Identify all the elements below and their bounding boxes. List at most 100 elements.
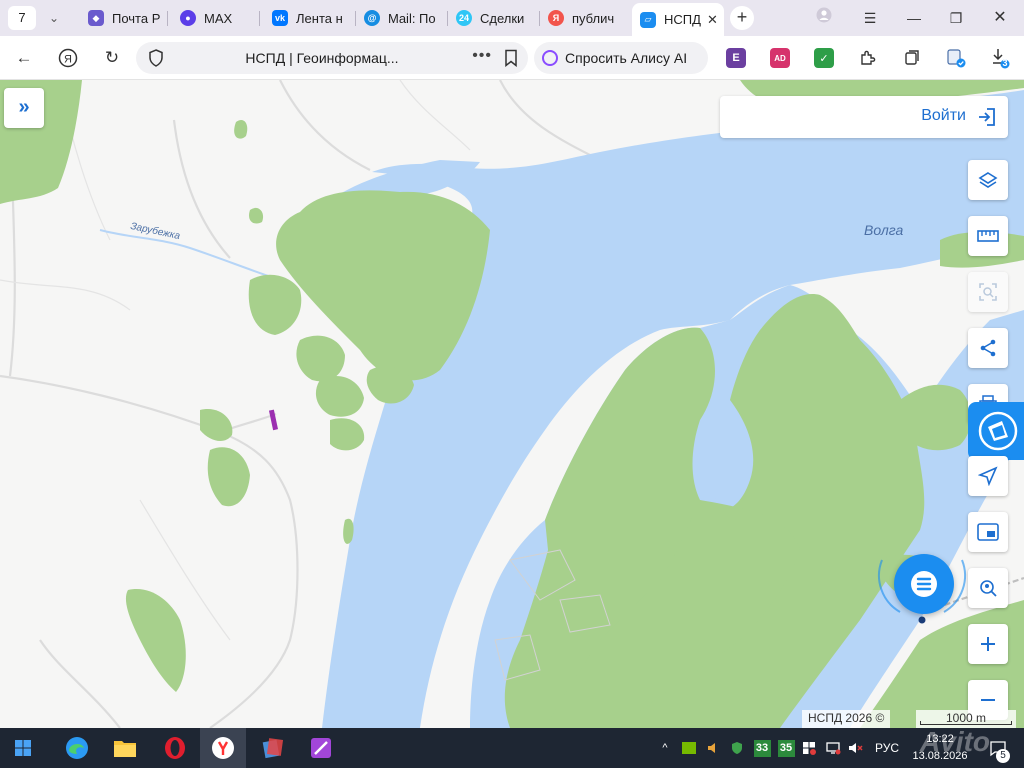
tab-public[interactable]: Я публич <box>540 4 628 32</box>
tab-vk-feed[interactable]: vk Лента н <box>264 4 350 32</box>
zoom-in-icon <box>981 637 995 651</box>
ad-extension-icon[interactable]: AD <box>770 48 790 68</box>
downloads-icon[interactable]: 3 <box>990 48 1010 69</box>
input-language-indicator[interactable]: РУС <box>870 728 904 768</box>
file-explorer-icon[interactable] <box>102 728 148 768</box>
restore-icon[interactable]: ❐ <box>944 6 968 30</box>
browser-tab-strip: 7 ⌄ ◆ Почта Р ● MAX vk Лента н @ Mail: П… <box>0 0 1024 36</box>
new-tab-button[interactable]: + <box>730 6 754 30</box>
nspd-logo-button[interactable] <box>968 402 1024 460</box>
reload-icon[interactable]: ↻ <box>98 44 126 72</box>
browser-menu-icon[interactable]: ☰ <box>858 6 882 30</box>
translate-page-icon[interactable] <box>946 48 966 68</box>
share-button[interactable] <box>968 328 1008 368</box>
yandex-browser-icon[interactable] <box>200 728 246 768</box>
tab-title: MAX <box>204 10 233 26</box>
svg-text:Я: Я <box>64 54 72 66</box>
cube-icon: ◆ <box>88 10 104 26</box>
zoom-out-icon <box>981 699 995 701</box>
avito-watermark: Avito <box>920 726 990 757</box>
map-attribution: НСПД 2026 © <box>802 710 891 728</box>
tab-list-chevron-icon[interactable]: ⌄ <box>42 6 66 30</box>
alice-label: Спросить Алису AI <box>565 50 688 66</box>
login-label: Войти <box>921 107 966 124</box>
bookmark-icon[interactable] <box>504 49 518 67</box>
minimize-icon[interactable]: — <box>902 6 926 30</box>
layers-button[interactable] <box>968 160 1008 200</box>
windows-taskbar: ^ 33 35 РУС 13:22 13.08.2026 5 <box>0 728 1024 768</box>
app-icon-5[interactable] <box>250 728 296 768</box>
nspd-logo-icon <box>978 411 1018 451</box>
app-icon-6[interactable] <box>298 728 344 768</box>
tray-badge-33[interactable]: 33 <box>752 728 772 768</box>
e-extension-icon[interactable]: E <box>726 48 746 68</box>
bitrix24-icon: 24 <box>456 10 472 26</box>
site-security-shield-icon[interactable] <box>146 48 166 68</box>
share-icon <box>980 339 996 357</box>
security-shield-tray-icon[interactable] <box>728 728 746 768</box>
tab-close-icon[interactable]: ✕ <box>707 12 718 28</box>
mail-at-icon: @ <box>364 10 380 26</box>
tab-count-button[interactable]: 7 <box>8 6 36 30</box>
app-tray-icon[interactable] <box>800 728 818 768</box>
max-messenger-icon: ● <box>180 10 196 26</box>
expand-panel-button[interactable]: » <box>4 88 44 128</box>
tab-pochta[interactable]: ◆ Почта Р <box>80 4 162 32</box>
windows-start-icon[interactable] <box>0 728 46 768</box>
locate-button[interactable] <box>968 456 1008 496</box>
locate-icon <box>978 466 998 486</box>
downloads-badge: 3 <box>1002 58 1008 68</box>
map-terrain <box>0 80 1024 728</box>
badge-35-label: 35 <box>777 739 795 757</box>
map-canvas[interactable]: Волга Зарубежка » Войти НСПД 2026 © 1000… <box>0 80 1024 728</box>
search-location-icon <box>980 580 997 597</box>
puzzle-extensions-icon[interactable] <box>858 48 878 68</box>
tab-title: Почта Р <box>112 10 161 26</box>
nspd-icon: ▱ <box>640 11 656 28</box>
chat-support-button[interactable] <box>894 554 954 614</box>
zoom-in-button[interactable] <box>968 624 1008 664</box>
browser-toolbar: ← Я ↻ НСПД | Геоинформац... ••• Спросить… <box>0 36 1024 80</box>
profile-icon[interactable] <box>812 6 836 30</box>
more-dots-icon[interactable]: ••• <box>472 47 492 65</box>
tab-nspd[interactable]: ▱ НСПД ✕ <box>632 3 724 36</box>
layers-icon <box>978 172 998 188</box>
search-location-button[interactable] <box>968 568 1008 608</box>
minimap-button[interactable] <box>968 512 1008 552</box>
close-window-icon[interactable]: ✕ <box>988 6 1012 30</box>
tab-title: НСПД <box>664 12 701 27</box>
measure-button[interactable] <box>968 216 1008 256</box>
tray-overflow-chevron-icon[interactable]: ^ <box>656 728 674 768</box>
vk-icon: vk <box>272 10 288 26</box>
yandex-icon: Я <box>548 10 564 26</box>
volga-river-label: Волга <box>864 222 904 238</box>
tab-mail[interactable]: @ Mail: По <box>356 4 442 32</box>
alice-icon <box>542 50 558 66</box>
page-title[interactable]: НСПД | Геоинформац... <box>176 50 468 66</box>
address-bar[interactable]: НСПД | Геоинформац... ••• <box>136 42 528 74</box>
tab-title: Лента н <box>296 10 343 26</box>
login-button[interactable]: Войти <box>720 96 1008 138</box>
ask-alice-button[interactable]: Спросить Алису AI <box>534 42 708 74</box>
ruler-icon <box>977 230 999 242</box>
tab-title: Сделки <box>480 10 525 26</box>
speaker-tray-icon[interactable] <box>704 728 722 768</box>
area-select-button[interactable] <box>968 272 1008 312</box>
area-select-icon <box>979 283 997 301</box>
collections-icon[interactable] <box>902 48 922 68</box>
tab-deals[interactable]: 24 Сделки <box>448 4 536 32</box>
network-tray-icon[interactable] <box>824 728 842 768</box>
opera-icon[interactable] <box>152 728 198 768</box>
tab-max[interactable]: ● MAX <box>172 4 254 32</box>
tab-title: публич <box>572 10 615 26</box>
yandex-home-icon[interactable]: Я <box>54 44 82 72</box>
back-arrow-icon[interactable]: ← <box>10 44 38 72</box>
edge-icon[interactable] <box>54 728 100 768</box>
notifications-count: 5 <box>996 749 1010 763</box>
tray-badge-35[interactable]: 35 <box>776 728 796 768</box>
volume-muted-tray-icon[interactable] <box>846 728 864 768</box>
login-arrow-icon <box>979 108 995 126</box>
nvidia-tray-icon[interactable] <box>680 728 698 768</box>
shield-check-extension-icon[interactable]: ✓ <box>814 48 834 68</box>
badge-33-label: 33 <box>753 739 771 757</box>
